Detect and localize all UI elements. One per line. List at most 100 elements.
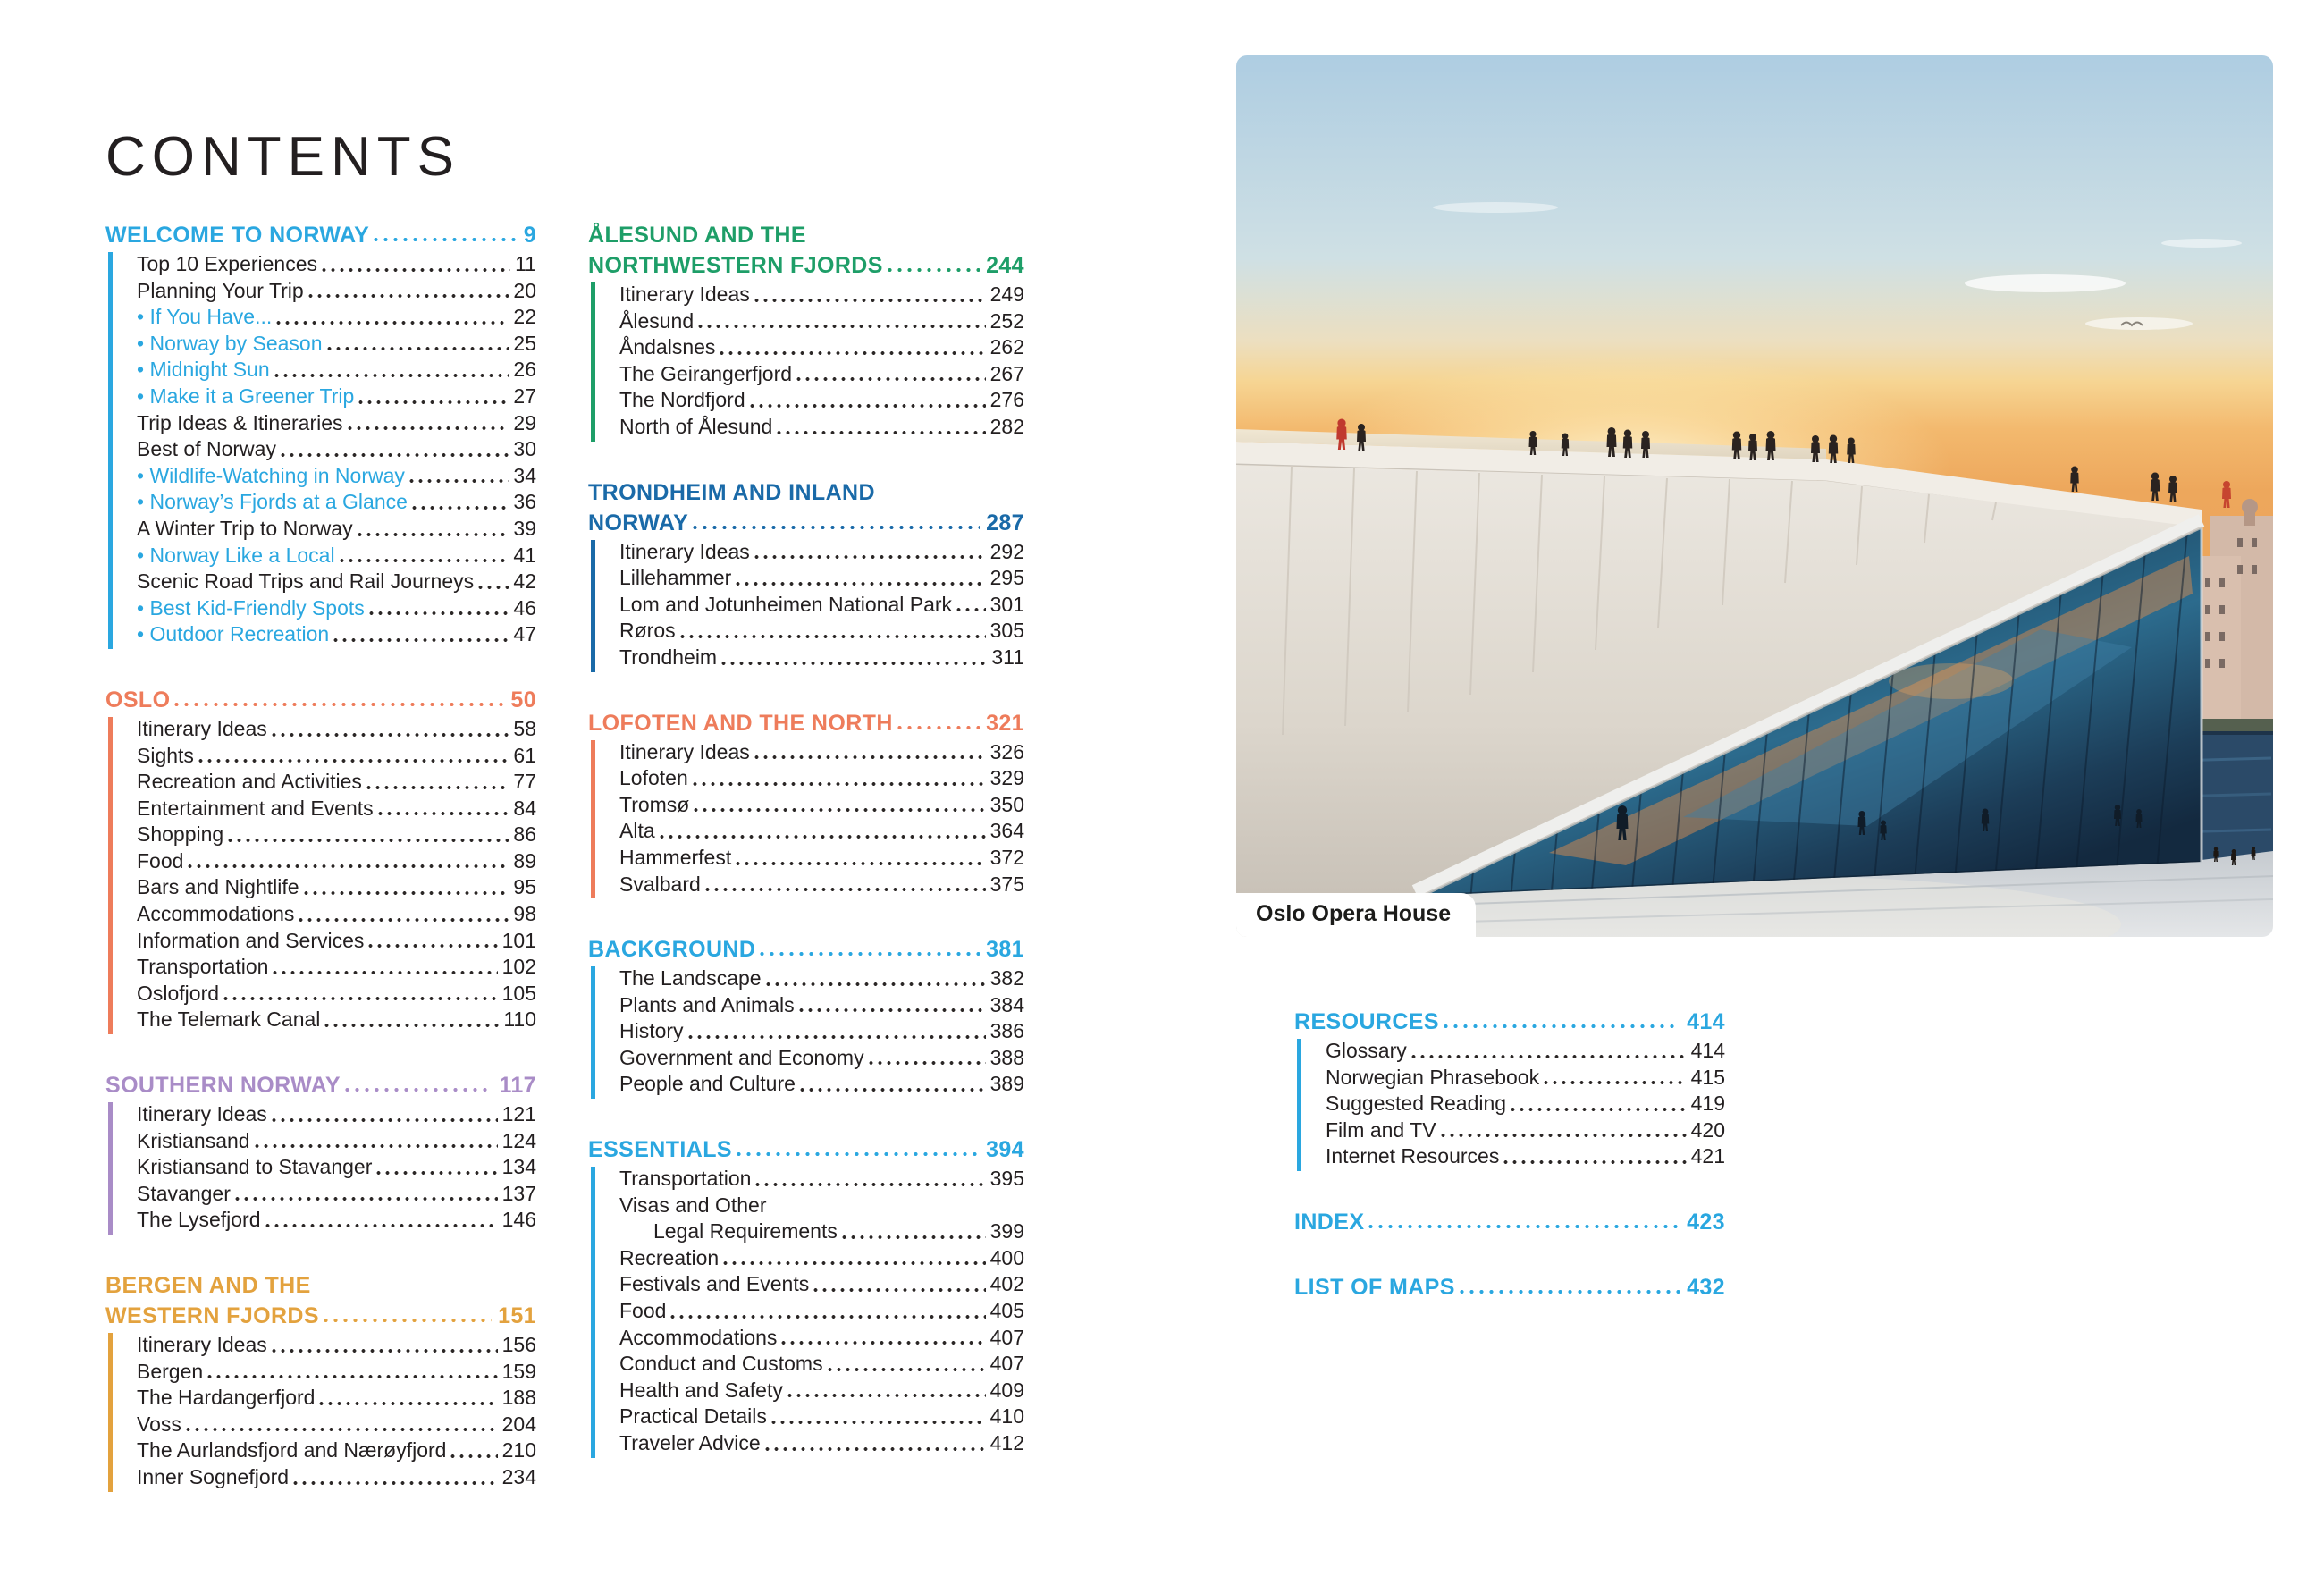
entry-page-number: 400: [990, 1246, 1024, 1270]
section-title: TRONDHEIM AND INLAND: [588, 480, 875, 505]
toc-entry: A Winter Trip to Norway39: [137, 517, 536, 544]
entry-label: Norwegian Phrasebook: [1326, 1066, 1539, 1090]
leader-dots: [755, 1182, 985, 1187]
section-heading-row: BACKGROUND381: [588, 936, 1024, 964]
entry-label: Food: [137, 849, 183, 873]
section-page-number: 432: [1687, 1274, 1725, 1302]
entry-page-number: 101: [502, 929, 536, 953]
entry-label: Stavanger: [137, 1182, 231, 1206]
entry-label: Government and Economy: [619, 1046, 864, 1070]
entry-label: Transportation: [619, 1167, 751, 1191]
toc-entry: Glossary414: [1326, 1039, 1725, 1066]
entry-page-number: 395: [990, 1167, 1024, 1191]
entry-page-number: 267: [990, 362, 1024, 386]
section-title: LIST OF MAPS: [1294, 1274, 1455, 1302]
entry-page-number: 412: [990, 1431, 1024, 1455]
section-heading-row: LIST OF MAPS 432: [1294, 1274, 1725, 1302]
entry-page-number: 27: [513, 384, 536, 409]
section-heading-row: RESOURCES414: [1294, 1008, 1725, 1036]
toc-section-oslo: OSLO50Itinerary Ideas58Sights61Recreatio…: [105, 687, 536, 1034]
leader-dots: [340, 558, 509, 563]
section-items: Itinerary Ideas58Sights61Recreation and …: [108, 717, 536, 1034]
section-items: Itinerary Ideas292Lillehammer295Lom and …: [591, 540, 1024, 672]
section-title: LOFOTEN AND THE NORTH: [588, 710, 893, 738]
entry-page-number: 389: [990, 1072, 1024, 1096]
entry-label: Entertainment and Events: [137, 797, 374, 821]
toc-entry: Suggested Reading419: [1326, 1092, 1725, 1118]
toc-entry: Norway by Season25: [137, 332, 536, 358]
leader-dots: [736, 581, 985, 586]
leader-dots: [897, 725, 980, 730]
section-title: INDEX: [1294, 1209, 1364, 1236]
section-heading: INDEX423: [1294, 1209, 1725, 1236]
section-page-number: 117: [499, 1072, 536, 1100]
toc-entry: The Aurlandsfjord and Nærøyfjord210: [137, 1438, 536, 1465]
toc-entry: Bergen159: [137, 1360, 536, 1387]
entry-label: Lillehammer: [619, 566, 731, 590]
entry-label: Glossary: [1326, 1039, 1407, 1063]
entry-label: Outdoor Recreation: [137, 622, 329, 646]
toc-entry: Itinerary Ideas156: [137, 1333, 536, 1360]
section-items: Top 10 Experiences11Planning Your Trip20…: [108, 252, 536, 649]
section-page-number: 287: [986, 510, 1024, 537]
toc-entry: Food89: [137, 849, 536, 876]
leader-dots: [374, 237, 517, 242]
entry-label: People and Culture: [619, 1072, 796, 1096]
entry-page-number: 410: [990, 1404, 1024, 1429]
leader-dots: [828, 1367, 986, 1372]
section-heading-line: TRONDHEIM AND INLAND: [588, 479, 1024, 510]
leader-dots: [660, 834, 986, 839]
entry-page-number: 292: [990, 540, 1024, 564]
toc-entry: Planning Your Trip20: [137, 279, 536, 306]
section-title: WELCOME TO NORWAY: [105, 222, 369, 249]
leader-dots: [754, 298, 986, 303]
section-items: Itinerary Ideas249Ålesund252Åndalsnes262…: [591, 282, 1024, 442]
entry-page-number: 46: [513, 596, 536, 620]
leader-dots: [319, 1401, 497, 1406]
entry-page-number: 388: [990, 1046, 1024, 1070]
leader-dots: [956, 607, 986, 612]
leader-dots: [324, 1318, 492, 1323]
entry-label: Røros: [619, 619, 676, 643]
toc-entry: History386: [619, 1019, 1024, 1046]
leader-dots: [705, 887, 986, 892]
leader-dots: [737, 1151, 980, 1157]
toc-entry: Transportation102: [137, 955, 536, 982]
entry-label: Visas and Other: [619, 1193, 767, 1218]
section-heading-row: ESSENTIALS394: [588, 1136, 1024, 1164]
toc-entry: Norwegian Phrasebook415: [1326, 1066, 1725, 1092]
entry-page-number: 409: [990, 1378, 1024, 1403]
leader-dots: [869, 1060, 986, 1066]
entry-page-number: 29: [513, 411, 536, 435]
leader-dots: [1544, 1080, 1687, 1085]
toc-entry: Festivals and Events 402: [619, 1272, 1024, 1299]
entry-page-number: 402: [990, 1272, 1024, 1296]
section-heading-row: SOUTHERN NORWAY117: [105, 1072, 536, 1100]
toc-section-resources: RESOURCES414 Glossary414Norwegian Phraseb…: [1294, 1008, 1725, 1171]
entry-label: Suggested Reading: [1326, 1092, 1506, 1116]
leader-dots: [235, 1196, 498, 1201]
entry-label: Festivals and Events: [619, 1272, 809, 1296]
section-heading: WELCOME TO NORWAY9: [105, 222, 536, 249]
entry-page-number: 276: [990, 388, 1024, 412]
leader-dots: [777, 430, 985, 435]
entry-label: Food: [619, 1299, 666, 1323]
toc-entry: Stavanger137: [137, 1182, 536, 1209]
entry-page-number: 407: [990, 1352, 1024, 1376]
toc-entry: Itinerary Ideas249: [619, 282, 1024, 309]
toc-entry: Lofoten329: [619, 766, 1024, 793]
toc-entry: Recreation and Activities77: [137, 770, 536, 797]
entry-label: Itinerary Ideas: [137, 1333, 267, 1357]
entry-page-number: 36: [513, 490, 536, 514]
toc-entry: Make it a Greener Trip27: [137, 384, 536, 411]
toc-section-index: INDEX423: [1294, 1209, 1725, 1236]
entry-page-number: 329: [990, 766, 1024, 790]
section-heading: BERGEN AND THEWESTERN FJORDS151: [105, 1272, 536, 1330]
leader-dots: [723, 1260, 985, 1266]
entry-label: Accommodations: [137, 902, 294, 926]
section-heading: SOUTHERN NORWAY117: [105, 1072, 536, 1100]
entry-label: Voss: [137, 1412, 181, 1437]
toc-section-essentials: ESSENTIALS394 Transportation 395 Visas and …: [588, 1136, 1024, 1458]
entry-label: Åndalsnes: [619, 335, 715, 359]
toc-entry: Best Kid-Friendly Spots46: [137, 596, 536, 623]
